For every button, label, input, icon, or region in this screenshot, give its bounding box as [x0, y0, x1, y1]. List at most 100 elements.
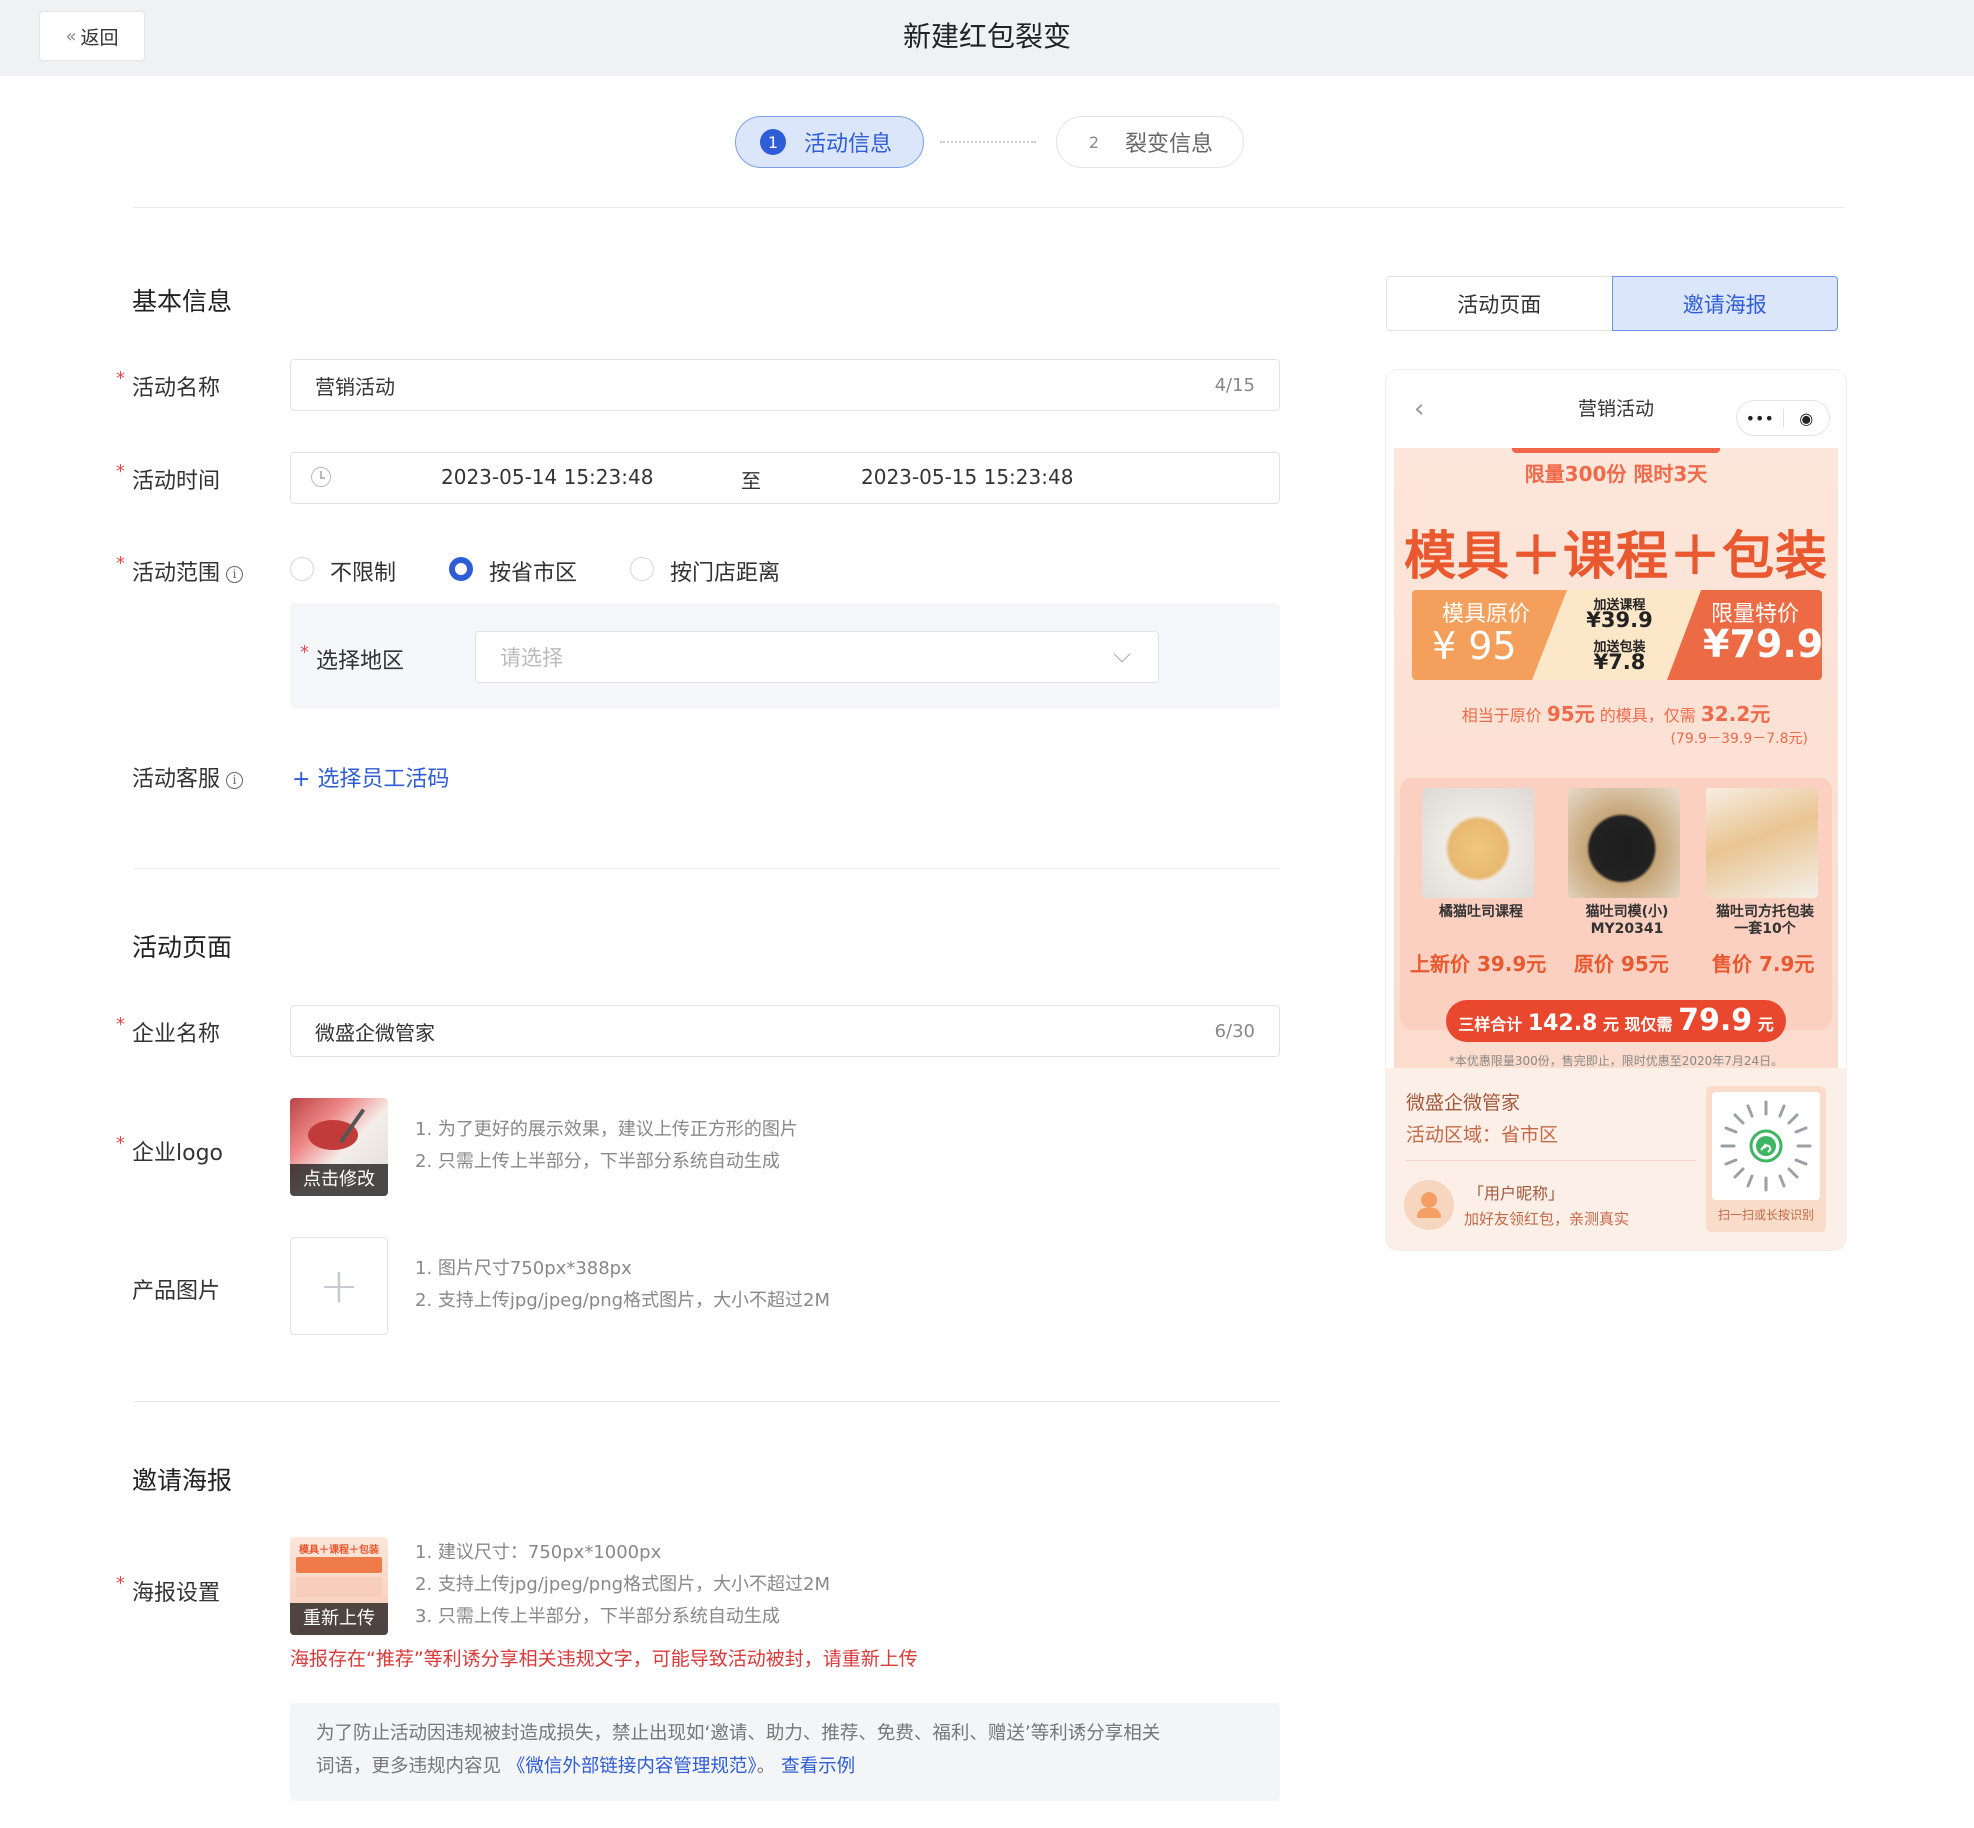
required-mark: *	[116, 1573, 125, 1594]
view-example-link[interactable]: 查看示例	[781, 1756, 855, 1777]
poster-footnote: *本优惠限量300份，售完即止，限时优惠至2020年7月24日。	[1448, 1054, 1784, 1068]
start-time[interactable]: 2023-05-14 15:23:48	[441, 465, 653, 489]
activity-name-label: 活动名称	[132, 376, 221, 401]
product-hint-1: 1. 图片尺寸750px*388px	[415, 1258, 632, 1279]
clock-icon	[311, 467, 331, 487]
required-mark: *	[300, 642, 309, 663]
compliance-notice: 为了防止活动因违规被封造成损失，禁止出现如‘邀请、助力、推荐、免费、福利、赠送’…	[290, 1703, 1280, 1801]
poster-thumbnail[interactable]: 模具＋课程＋包装 重新上传	[290, 1537, 388, 1635]
product-name: 猫吐司方托包装 一套10个	[1716, 904, 1814, 937]
activity-scope-label-text: 活动范围	[132, 561, 221, 586]
product-price: 原价 95元	[1574, 952, 1669, 976]
required-mark: *	[116, 553, 125, 574]
equiv-orig: 95元	[1546, 702, 1595, 726]
double-chevron-left-icon: «	[65, 25, 77, 47]
poster-limit: 限量300份 限时3天	[1524, 462, 1708, 486]
activity-name-input[interactable]: 营销活动 4/15	[290, 359, 1280, 411]
top-bar: 新建红包裂变 « 返回	[0, 0, 1974, 76]
poster-thumb-products	[296, 1577, 382, 1597]
product-hint-2: 2. 支持上传jpg/jpeg/png格式图片，大小不超过2M	[415, 1290, 831, 1311]
qr-code-frame: 扫一扫或长按识别	[1706, 1086, 1826, 1232]
range-separator: 至	[741, 469, 761, 493]
card-region: 活动区域：省市区	[1406, 1124, 1559, 1146]
activity-time-label: 活动时间	[132, 469, 221, 494]
select-region-label: 选择地区	[316, 649, 405, 674]
section-title-poster: 邀请海报	[132, 1466, 233, 1495]
region-placeholder: 请选择	[500, 646, 563, 670]
wechat-rules-link[interactable]: 《微信外部链接内容管理规范》	[507, 1756, 757, 1777]
poster-hints: 1. 建议尺寸：750px*1000px 2. 支持上传jpg/jpeg/png…	[415, 1537, 830, 1633]
phone-preview: 营销活动 ‹ ••• ◉ 限量300份 限时3天 模具＋课程＋包装 模具原价 ¥…	[1386, 370, 1846, 1250]
preview-tabs: 活动页面 邀请海报	[1386, 276, 1838, 331]
company-logo-label: 企业logo	[132, 1141, 223, 1166]
tab-invite-poster[interactable]: 邀请海报	[1611, 276, 1838, 331]
mini-program-capsule[interactable]: ••• ◉	[1736, 400, 1830, 436]
notice-text: 。	[756, 1756, 776, 1777]
mini-program-code-icon	[1712, 1092, 1820, 1200]
end-time[interactable]: 2023-05-15 15:23:48	[861, 465, 1073, 489]
required-mark: *	[116, 1014, 125, 1035]
select-staff-code-button[interactable]: + 选择员工活码	[292, 761, 449, 793]
total-unit: 元	[1757, 1015, 1774, 1034]
activity-scope-label: 活动范围 i	[132, 555, 244, 587]
char-counter: 6/30	[1214, 1020, 1255, 1042]
company-name-label: 企业名称	[132, 1022, 221, 1047]
notice-line-1: 为了防止活动因违规被封造成损失，禁止出现如‘邀请、助力、推荐、免费、福利、赠送’…	[316, 1723, 1161, 1744]
step-fission-info[interactable]: 2 裂变信息	[1056, 116, 1244, 168]
equiv-text: 相当于原价	[1461, 706, 1542, 725]
qr-code-graphic	[1720, 1100, 1812, 1192]
poster-equivalent: 相当于原价 95元 的模具，仅需 32.2元	[1394, 698, 1838, 727]
product-card: 猫吐司方托包装 一套10个	[1706, 788, 1824, 938]
activity-name-value: 营销活动	[315, 374, 395, 399]
section-divider	[134, 1401, 1280, 1402]
poster-violation-warning: 海报存在“推荐”等利诱分享相关违规文字，可能导致活动被封，请重新上传	[290, 1648, 918, 1670]
radio-by-region[interactable]	[449, 557, 473, 581]
back-button[interactable]: « 返回	[39, 11, 145, 61]
radio-unlimited[interactable]	[290, 557, 314, 581]
radio-label-unlimited: 不限制	[330, 561, 397, 586]
chevron-down-icon	[1113, 645, 1131, 663]
card-divider	[1406, 1160, 1696, 1161]
original-price-value: ¥ 95	[1432, 624, 1517, 668]
price-band: 模具原价 ¥ 95 加送课程 ¥39.9 加送包装 ¥7.8 限量特价 ¥79.…	[1412, 590, 1822, 680]
product-image-label: 产品图片	[132, 1279, 221, 1304]
logo-edit-overlay[interactable]: 点击修改	[290, 1164, 388, 1196]
product-hints: 1. 图片尺寸750px*388px 2. 支持上传jpg/jpeg/png格式…	[415, 1253, 830, 1317]
activity-time-range-picker[interactable]: 2023-05-14 15:23:48 至 2023-05-15 15:23:4…	[290, 452, 1280, 504]
section-title-page: 活动页面	[132, 933, 233, 962]
product-name: 猫吐司模(小) MY20341	[1585, 904, 1669, 937]
qr-caption: 扫一扫或长按识别	[1717, 1208, 1814, 1222]
poster-setting-label: 海报设置	[132, 1581, 221, 1606]
product-image-upload[interactable]: +	[290, 1237, 388, 1335]
poster-headline: 模具＋课程＋包装	[1403, 527, 1828, 587]
radio-by-store-distance[interactable]	[630, 557, 654, 581]
region-select[interactable]: 请选择	[475, 631, 1159, 683]
user-avatar-icon	[1404, 1180, 1454, 1230]
poster-info-card: 微盛企微管家 活动区域：省市区 「用户昵称」 加好友领红包，亲测真实 扫一扫或长…	[1386, 1068, 1846, 1250]
special-price-value: ¥79.9	[1703, 622, 1824, 666]
poster-hint-2: 2. 支持上传jpg/jpeg/png格式图片，大小不超过2M	[415, 1574, 831, 1595]
char-counter: 4/15	[1214, 374, 1255, 396]
company-name-input[interactable]: 微盛企微管家 6/30	[290, 1005, 1280, 1057]
poster-formula: (79.9－39.9－7.8元)	[1670, 731, 1808, 747]
product-image	[1706, 788, 1818, 898]
equiv-final: 32.2元	[1700, 702, 1771, 726]
close-target-icon[interactable]: ◉	[1784, 409, 1830, 428]
step-number: 1	[760, 129, 786, 155]
required-mark: *	[116, 461, 125, 482]
company-logo-thumbnail[interactable]: 点击修改	[290, 1098, 388, 1196]
info-icon[interactable]: i	[226, 566, 244, 583]
step-label: 活动信息	[804, 132, 893, 157]
step-activity-info[interactable]: 1 活动信息	[735, 116, 924, 168]
more-icon[interactable]: •••	[1737, 409, 1783, 428]
company-name-value: 微盛企微管家	[315, 1020, 435, 1045]
step-label: 裂变信息	[1125, 132, 1214, 157]
activity-service-label-text: 活动客服	[132, 767, 221, 792]
tab-activity-page[interactable]: 活动页面	[1386, 276, 1612, 331]
poster-thumb-headline: 模具＋课程＋包装	[299, 1545, 379, 1556]
logo-hint-2: 2. 只需上传上半部分，下半部分系统自动生成	[415, 1151, 780, 1172]
info-icon[interactable]: i	[226, 772, 244, 789]
chevron-left-icon[interactable]: ‹	[1414, 394, 1424, 424]
poster-reupload-overlay[interactable]: 重新上传	[290, 1603, 388, 1635]
step-connector	[940, 141, 1036, 143]
